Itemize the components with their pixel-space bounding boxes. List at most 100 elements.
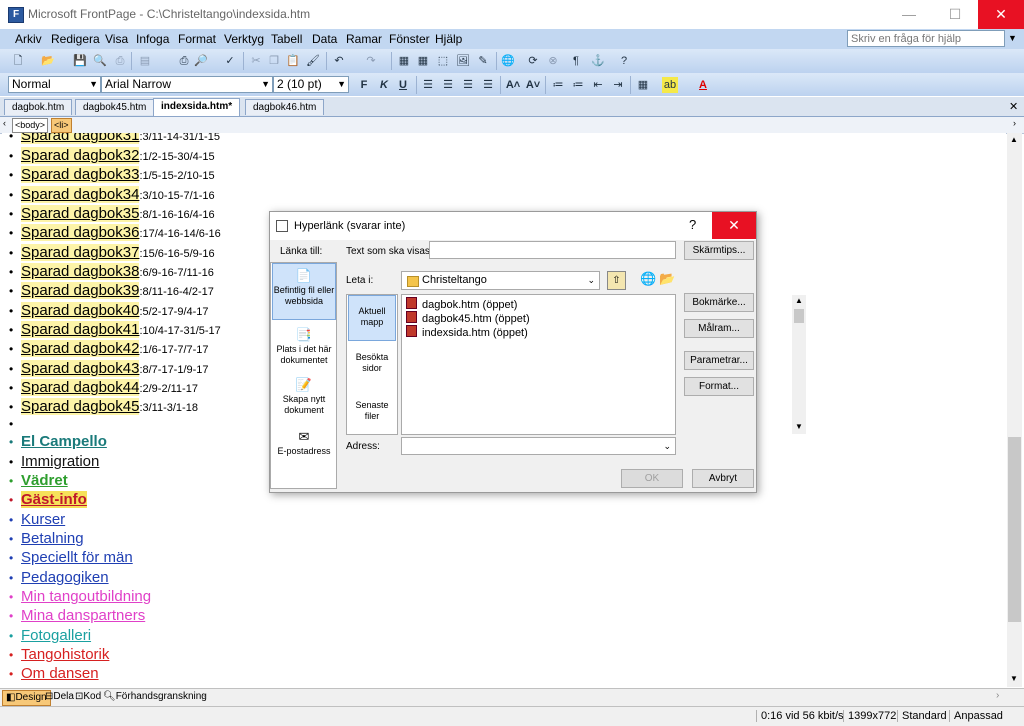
page-resolution[interactable]: 1399x772	[843, 710, 896, 722]
help-dropdown-icon[interactable]: ▼	[1008, 33, 1017, 43]
tab-dagbok46[interactable]: dagbok46.htm	[245, 99, 325, 115]
tab-dagbok[interactable]: dagbok.htm	[4, 99, 73, 115]
diary-link[interactable]: Sparad dagbok42	[21, 340, 140, 357]
diary-link[interactable]: Sparad dagbok45	[21, 398, 140, 415]
italic-icon[interactable]: K	[376, 77, 392, 93]
minimize-button[interactable]: —	[886, 0, 932, 29]
increase-font-icon[interactable]: A˄	[505, 77, 521, 93]
place-recent-files[interactable]: Senaste filer	[348, 395, 396, 436]
diary-link[interactable]: Sparad dagbok39	[21, 282, 140, 299]
link-email-address[interactable]: ✉ E-postadress	[272, 427, 336, 470]
nav-link-pedagogiken[interactable]: Pedagogiken	[21, 569, 109, 586]
diary-link[interactable]: Sparad dagbok34	[21, 186, 140, 203]
diary-link[interactable]: Sparad dagbok36	[21, 224, 140, 241]
nav-link-immigration[interactable]: Immigration	[21, 453, 99, 470]
diary-link[interactable]: Sparad dagbok32	[21, 147, 140, 164]
format-button[interactable]: Format...	[684, 377, 754, 396]
custom-setting[interactable]: Anpassad	[949, 710, 1003, 722]
menu-hjalp[interactable]: Hjälp	[435, 32, 462, 46]
spelling-icon[interactable]: ✓	[222, 53, 238, 69]
cut-icon[interactable]: ✂	[248, 53, 264, 69]
diary-link[interactable]: Sparad dagbok38	[21, 263, 140, 280]
nav-link-betalning[interactable]: Betalning	[21, 530, 84, 547]
browse-web-icon[interactable]: 🌐	[640, 271, 656, 287]
bulleted-list-icon[interactable]: ≔	[570, 77, 586, 93]
menu-redigera[interactable]: Redigera	[51, 32, 100, 46]
bookmark-button[interactable]: Bokmärke...	[684, 293, 754, 312]
link-new-document[interactable]: 📝 Skapa nytt dokument	[272, 375, 336, 424]
underline-icon[interactable]: U	[395, 77, 411, 93]
nav-link-min-tangoutbildning[interactable]: Min tangoutbildning	[21, 588, 151, 605]
menu-infoga[interactable]: Infoga	[136, 32, 169, 46]
align-right-icon[interactable]: ☰	[460, 77, 476, 93]
scroll-right-icon[interactable]: ›	[996, 690, 999, 701]
format-painter-icon[interactable]: 🖌	[305, 53, 321, 69]
diary-link[interactable]: Sparad dagbok35	[21, 205, 140, 222]
open-folder-icon[interactable]: 📂	[40, 53, 56, 69]
file-item[interactable]: dagbok45.htm (öppet)	[406, 311, 530, 325]
scroll-up-icon[interactable]: ▲	[795, 296, 803, 305]
cancel-button[interactable]: Avbryt	[692, 469, 754, 488]
nav-link-vadret[interactable]: Vädret	[21, 472, 68, 489]
numbered-list-icon[interactable]: ≔	[550, 77, 566, 93]
nav-link-fotogalleri[interactable]: Fotogalleri	[21, 627, 91, 644]
compatibility-mode[interactable]: Standard	[897, 710, 947, 722]
menu-fonster[interactable]: Fönster	[389, 32, 430, 46]
show-formatting-icon[interactable]: ¶	[568, 53, 584, 69]
menu-data[interactable]: Data	[312, 32, 337, 46]
menu-visa[interactable]: Visa	[105, 32, 128, 46]
scrollbar-thumb[interactable]	[1008, 437, 1021, 622]
scrollbar-thumb[interactable]	[794, 309, 804, 323]
view-tab-preview[interactable]: 🔍︎Förhandsgranskning	[100, 690, 210, 704]
browse-file-icon[interactable]: 📂	[659, 271, 675, 287]
display-text-input[interactable]	[429, 241, 676, 259]
menu-format[interactable]: Format	[178, 32, 216, 46]
scroll-left-icon[interactable]: ‹	[203, 690, 206, 701]
insert-table-icon[interactable]: ▦	[415, 53, 431, 69]
nav-link-speciellt-for-man[interactable]: Speciellt för män	[21, 549, 133, 566]
refresh-icon[interactable]: ⟳	[525, 53, 541, 69]
search-icon[interactable]: 🔍	[92, 53, 108, 69]
parameters-button[interactable]: Parametrar...	[684, 351, 754, 370]
diary-link[interactable]: Sparad dagbok43	[21, 360, 140, 377]
help-question-input[interactable]: Skriv en fråga för hjälp	[847, 30, 1005, 47]
bold-icon[interactable]: F	[356, 77, 372, 93]
file-item[interactable]: indexsida.htm (öppet)	[406, 325, 528, 339]
nav-link-mina-danspartners[interactable]: Mina danspartners	[21, 607, 145, 624]
hyperlink-icon[interactable]: 🌐	[500, 53, 516, 69]
publish-icon[interactable]: ▤	[137, 53, 153, 69]
menu-tabell[interactable]: Tabell	[271, 32, 302, 46]
nav-link-el-campello[interactable]: El Campello	[21, 433, 107, 450]
place-visited-pages[interactable]: Besökta sidor	[348, 347, 396, 388]
menu-ramar[interactable]: Ramar	[346, 32, 382, 46]
menu-verktyg[interactable]: Verktyg	[224, 32, 264, 46]
stop-icon[interactable]: ⊗	[545, 53, 561, 69]
close-window-button[interactable]: ✕	[978, 0, 1024, 29]
font-color-icon[interactable]: A	[695, 77, 711, 93]
frontpage-app-icon[interactable]: F	[8, 7, 24, 23]
scroll-right-icon[interactable]: ›	[1013, 118, 1016, 128]
tag-body[interactable]: <body>	[12, 118, 49, 133]
insert-layer-icon[interactable]: ⬚	[435, 53, 451, 69]
address-input[interactable]: ⌄	[401, 437, 676, 455]
tab-dagbok45[interactable]: dagbok45.htm	[75, 99, 155, 115]
borders-icon[interactable]: ▦	[635, 77, 651, 93]
diary-link[interactable]: Sparad dagbok41	[21, 321, 140, 338]
new-page-icon[interactable]: 🗋	[10, 53, 26, 69]
diary-link[interactable]: Sparad dagbok31	[21, 133, 140, 144]
redo-icon[interactable]: ↷	[363, 53, 379, 69]
nav-link-tangohistorik[interactable]: Tangohistorik	[21, 646, 109, 663]
font-size-select[interactable]: 2 (10 pt) ▼	[273, 76, 349, 93]
highlight-icon[interactable]: ab	[662, 77, 678, 93]
scroll-left-icon[interactable]: ‹	[3, 118, 6, 128]
place-current-folder[interactable]: Aktuell mapp	[348, 295, 396, 341]
copy-icon[interactable]: ❐	[266, 53, 282, 69]
align-left-icon[interactable]: ☰	[420, 77, 436, 93]
decrease-font-icon[interactable]: A˅	[525, 77, 541, 93]
up-folder-icon[interactable]: ⇧	[607, 271, 626, 290]
undo-icon[interactable]: ↶	[331, 53, 347, 69]
link-place-in-document[interactable]: 📑 Plats i det här dokumentet	[272, 325, 336, 374]
ok-button[interactable]: OK	[621, 469, 683, 488]
nav-link-gast-info[interactable]: Gäst-info	[21, 491, 87, 508]
insert-picture-icon[interactable]: 🖼	[455, 53, 471, 69]
